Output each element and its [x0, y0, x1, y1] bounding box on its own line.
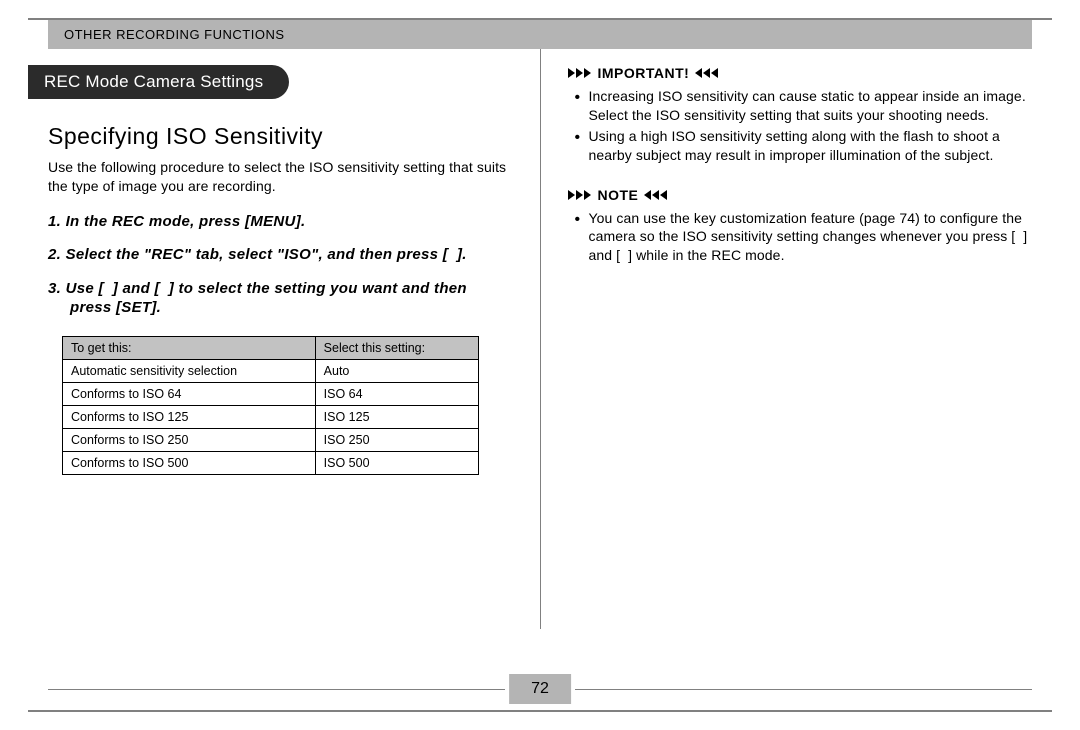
table-header-cell: Select this setting: [315, 336, 479, 359]
list-item: Using a high ISO sensitivity setting alo… [588, 127, 1032, 165]
footer-rule [48, 689, 505, 690]
list-item: You can use the key customization featur… [588, 209, 1032, 266]
step-item: Use [ ] and [ ] to select the setting yo… [48, 279, 512, 318]
important-heading: IMPORTANT! [568, 65, 1032, 81]
note-list: You can use the key customization featur… [568, 209, 1032, 266]
table-cell: Automatic sensitivity selection [63, 359, 316, 382]
page-title: Specifying ISO Sensitivity [48, 123, 512, 150]
column-divider [540, 49, 541, 629]
triangle-right-icon [568, 68, 591, 78]
page-number: 72 [509, 674, 571, 704]
table-cell: Conforms to ISO 64 [63, 382, 316, 405]
triangle-right-icon [568, 190, 591, 200]
page-frame: OTHER RECORDING FUNCTIONS REC Mode Camer… [28, 18, 1052, 712]
table-cell: Auto [315, 359, 479, 382]
procedure-steps: In the REC mode, press [MENU]. Select th… [48, 212, 512, 318]
table-cell: Conforms to ISO 125 [63, 405, 316, 428]
table-row: Conforms to ISO 500 ISO 500 [63, 451, 479, 474]
topic-pill-label: REC Mode Camera Settings [44, 72, 263, 91]
table-cell: Conforms to ISO 500 [63, 451, 316, 474]
section-header-text: OTHER RECORDING FUNCTIONS [64, 27, 285, 42]
right-column: IMPORTANT! Increasing ISO sensitivity ca… [568, 57, 1032, 629]
important-label: IMPORTANT! [597, 65, 689, 81]
table-header-row: To get this: Select this setting: [63, 336, 479, 359]
topic-pill: REC Mode Camera Settings [28, 65, 289, 99]
left-column: REC Mode Camera Settings Specifying ISO … [48, 57, 512, 629]
table-cell: ISO 64 [315, 382, 479, 405]
step-item: Select the "REC" tab, select "ISO", and … [48, 245, 512, 265]
section-header: OTHER RECORDING FUNCTIONS [48, 20, 1032, 49]
triangle-left-icon [644, 190, 667, 200]
table-row: Automatic sensitivity selection Auto [63, 359, 479, 382]
triangle-left-icon [695, 68, 718, 78]
table-cell: ISO 500 [315, 451, 479, 474]
intro-paragraph: Use the following procedure to select th… [48, 158, 512, 196]
table-row: Conforms to ISO 250 ISO 250 [63, 428, 479, 451]
table-cell: ISO 250 [315, 428, 479, 451]
note-heading: NOTE [568, 187, 1032, 203]
list-item: Increasing ISO sensitivity can cause sta… [588, 87, 1032, 125]
table-cell: Conforms to ISO 250 [63, 428, 316, 451]
table-header-cell: To get this: [63, 336, 316, 359]
table-row: Conforms to ISO 64 ISO 64 [63, 382, 479, 405]
footer-rule [575, 689, 1032, 690]
note-label: NOTE [597, 187, 638, 203]
table-row: Conforms to ISO 125 ISO 125 [63, 405, 479, 428]
iso-settings-table: To get this: Select this setting: Automa… [62, 336, 479, 475]
content-columns: REC Mode Camera Settings Specifying ISO … [28, 49, 1052, 629]
table-cell: ISO 125 [315, 405, 479, 428]
important-list: Increasing ISO sensitivity can cause sta… [568, 87, 1032, 165]
step-item: In the REC mode, press [MENU]. [48, 212, 512, 232]
